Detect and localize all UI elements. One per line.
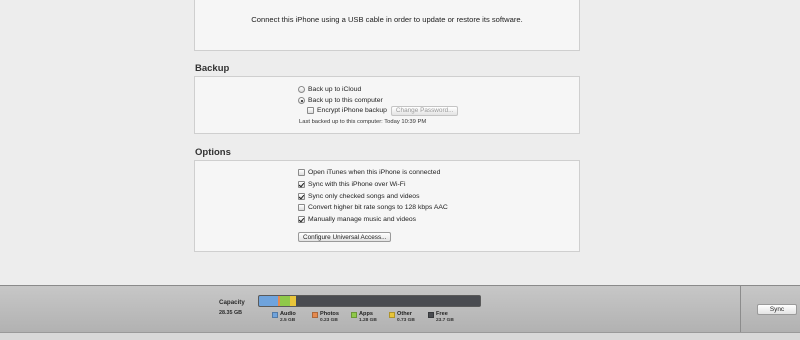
option-label: Convert higher bit rate songs to 128 kbp…	[308, 204, 448, 211]
last-backup-status: Last backed up to this computer: Today 1…	[299, 119, 427, 125]
change-password-button[interactable]: Change Password...	[390, 105, 459, 116]
connect-message: Connect this iPhone using a USB cable in…	[251, 15, 523, 24]
radio-button-selected[interactable]	[298, 97, 305, 104]
legend-other: Other 0.73 GB	[389, 311, 415, 324]
capacity-segment-apps	[280, 296, 291, 306]
option-sync-wifi[interactable]: Sync with this iPhone over Wi-Fi	[298, 179, 405, 190]
backup-icloud-label: Back up to iCloud	[308, 86, 362, 93]
option-sync-checked[interactable]: Sync only checked songs and videos	[298, 191, 419, 202]
legend-size: 1.28 GB	[359, 318, 377, 323]
toolbar-divider	[740, 285, 741, 332]
legend-free: Free 23.7 GB	[428, 311, 454, 324]
legend-name: Photos	[320, 311, 339, 317]
backup-icloud-radio[interactable]: Back up to iCloud	[298, 84, 361, 95]
window-bottom-edge	[0, 332, 800, 340]
backup-computer-label: Back up to this computer	[308, 97, 383, 104]
option-label: Sync only checked songs and videos	[308, 193, 420, 200]
option-manual-manage[interactable]: Manually manage music and videos	[298, 214, 416, 225]
option-open-itunes[interactable]: Open iTunes when this iPhone is connecte…	[298, 167, 440, 178]
encrypt-backup-checkbox[interactable]: Encrypt iPhone backup Change Password...	[307, 105, 459, 116]
option-label: Open iTunes when this iPhone is connecte…	[308, 169, 441, 176]
capacity-label: Capacity	[219, 299, 245, 306]
options-section-title: Options	[195, 147, 231, 158]
legend-photos: Photos 0.23 GB	[312, 311, 339, 324]
legend-size: 2.5 GB	[280, 318, 296, 323]
legend-size: 23.7 GB	[436, 318, 454, 323]
capacity-segment-free	[295, 296, 480, 306]
checkbox-checked[interactable]	[298, 193, 305, 200]
sync-button[interactable]: Sync	[757, 304, 797, 315]
configure-universal-access-button[interactable]: Configure Universal Access...	[298, 232, 392, 242]
encrypt-backup-label: Encrypt iPhone backup	[317, 107, 387, 114]
option-convert-bitrate[interactable]: Convert higher bit rate songs to 128 kbp…	[298, 202, 448, 213]
capacity-total: 28.35 GB	[219, 310, 243, 316]
option-label: Manually manage music and videos	[308, 216, 417, 223]
capacity-segment-audio	[259, 296, 279, 306]
legend-size: 0.73 GB	[397, 318, 415, 323]
legend-name: Free	[436, 311, 448, 317]
legend-name: Audio	[280, 311, 296, 317]
backup-section-title: Backup	[195, 63, 230, 74]
legend-name: Apps	[359, 311, 373, 317]
legend-swatch	[312, 312, 318, 318]
checkbox[interactable]	[298, 204, 305, 211]
checkbox-checked[interactable]	[298, 216, 305, 223]
legend-size: 0.23 GB	[320, 318, 338, 323]
legend-audio: Audio 2.5 GB	[272, 311, 296, 324]
radio-button[interactable]	[298, 86, 305, 93]
checkbox[interactable]	[298, 169, 305, 176]
connect-panel: Connect this iPhone using a USB cable in…	[194, 0, 580, 51]
legend-name: Other	[397, 311, 412, 317]
capacity-bar	[258, 295, 481, 307]
legend-swatch	[351, 312, 357, 318]
checkbox[interactable]	[307, 107, 314, 114]
legend-apps: Apps 1.28 GB	[351, 311, 377, 324]
checkbox-checked[interactable]	[298, 181, 305, 188]
legend-swatch	[272, 312, 278, 318]
legend-swatch	[428, 312, 434, 318]
option-label: Sync with this iPhone over Wi-Fi	[308, 181, 406, 188]
legend-swatch	[389, 312, 395, 318]
